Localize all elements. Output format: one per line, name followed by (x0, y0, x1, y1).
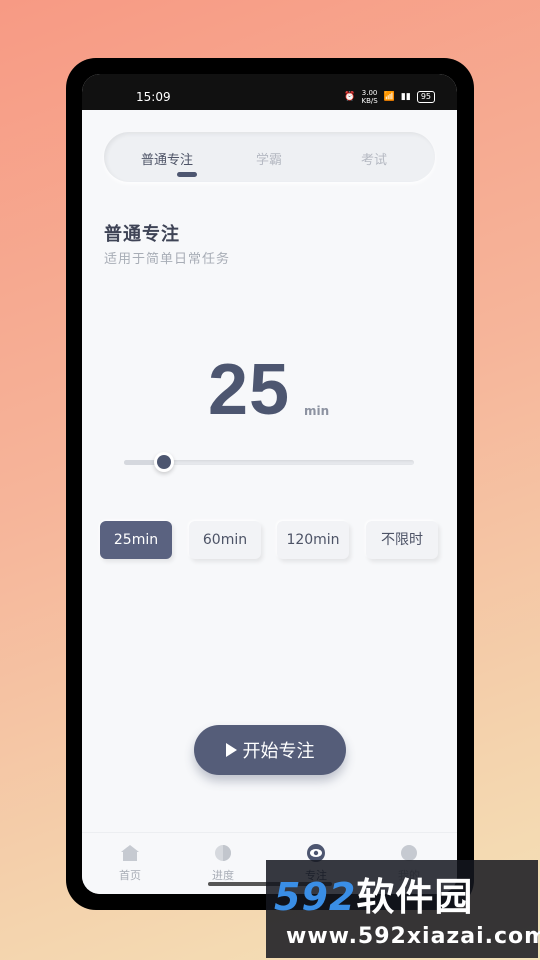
tab-progress-label: 进度 (212, 869, 234, 882)
mode-description: 适用于简单日常任务 (104, 252, 231, 267)
watermark-brand: 592软件园 (274, 866, 473, 921)
tab-exam[interactable]: 考试 (324, 149, 424, 168)
signal-icon: ▮▮ (400, 92, 411, 102)
tab-normal-focus[interactable]: 普通专注 (117, 149, 217, 168)
watermark-overlay: 592软件园 www.592xiazai.com (266, 860, 540, 958)
duration-slider-thumb[interactable] (154, 452, 175, 472)
tab-progress[interactable]: 进度 (183, 843, 263, 883)
status-bar: 15:09 ⏰ 3.00 KB/S 📶 ▮▮ 95 (82, 74, 457, 110)
status-time: 15:09 (136, 90, 171, 104)
preset-unlimited-button[interactable]: 不限时 (366, 521, 438, 559)
watermark-brand-number: 592 (274, 875, 357, 919)
mode-title: 普通专注 (104, 224, 180, 245)
preset-120min-button[interactable]: 120min (277, 521, 349, 559)
play-icon (225, 743, 237, 757)
watermark-brand-text: 软件园 (356, 875, 474, 919)
progress-icon (215, 845, 231, 861)
network-speed: 3.00 KB/S (361, 89, 378, 105)
battery-indicator: 95 (416, 91, 435, 103)
app-screen: 15:09 ⏰ 3.00 KB/S 📶 ▮▮ 95 普通专注 学霸 考试 普通专… (82, 74, 457, 894)
timer-unit: min (304, 404, 330, 418)
active-tab-indicator (177, 172, 197, 177)
home-icon (121, 845, 139, 861)
tab-home-label: 首页 (119, 869, 141, 882)
tab-top-student[interactable]: 学霸 (219, 149, 319, 168)
mode-segmented-control: 普通专注 学霸 考试 (104, 132, 435, 182)
timer-value: 25 (208, 350, 291, 430)
alarm-icon: ⏰ (344, 92, 356, 102)
wifi-icon: 📶 (383, 92, 395, 102)
status-icons: ⏰ 3.00 KB/S 📶 ▮▮ 95 (344, 89, 435, 105)
preset-25min-button[interactable]: 25min (100, 521, 172, 559)
start-focus-label: 开始专注 (242, 741, 315, 762)
preset-60min-button[interactable]: 60min (189, 521, 261, 559)
tab-home[interactable]: 首页 (90, 843, 170, 883)
watermark-url: www.592xiazai.com (286, 924, 540, 949)
duration-presets: 25min 60min 120min 不限时 (100, 521, 445, 563)
start-focus-button[interactable]: 开始专注 (194, 725, 346, 775)
